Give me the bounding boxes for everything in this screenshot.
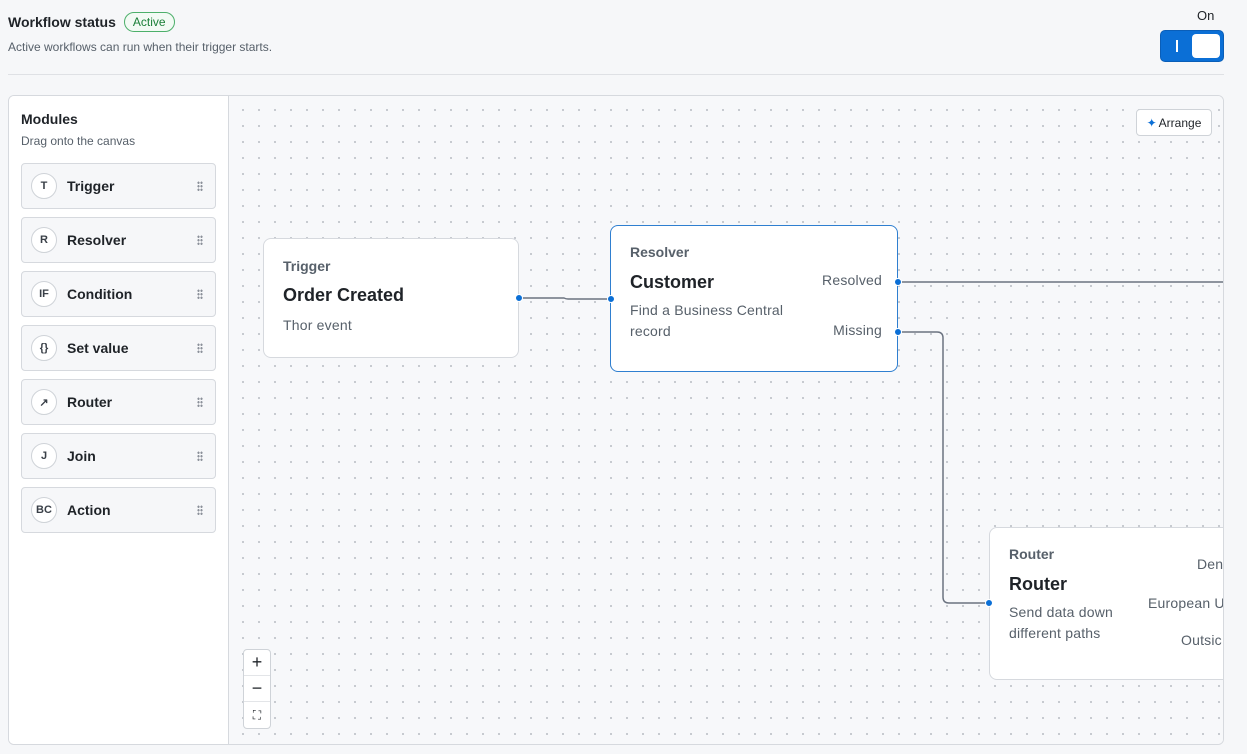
arrange-label: Arrange <box>1158 115 1202 130</box>
node-kind: Router <box>1009 546 1055 562</box>
trigger-module-icon: T <box>31 173 57 199</box>
drag-handle-icon[interactable] <box>197 451 203 461</box>
resolver-module-icon: R <box>31 227 57 253</box>
modules-subtitle: Drag onto the canvas <box>21 134 136 148</box>
modules-title: Modules <box>21 111 78 127</box>
module-action[interactable]: BC Action <box>21 487 216 533</box>
toggle-on-indicator <box>1176 40 1178 52</box>
module-label: Set value <box>67 340 129 356</box>
fit-view-button[interactable]: ⛶ <box>244 702 270 728</box>
module-resolver[interactable]: R Resolver <box>21 217 216 263</box>
workflow-canvas[interactable]: ✦ Arrange Trigger Order Created Thor eve… <box>229 96 1224 744</box>
drag-handle-icon[interactable] <box>197 181 203 191</box>
node-kind: Trigger <box>283 258 331 274</box>
drag-handle-icon[interactable] <box>197 343 203 353</box>
workflow-status-subtitle: Active workflows can run when their trig… <box>8 40 273 54</box>
workflow-editor: Modules Drag onto the canvas T Trigger R… <box>8 95 1224 745</box>
output-label-resolved: Resolved <box>822 272 882 288</box>
drag-handle-icon[interactable] <box>197 235 203 245</box>
drag-handle-icon[interactable] <box>197 505 203 515</box>
module-label: Action <box>67 502 111 518</box>
module-router[interactable]: ↗ Router <box>21 379 216 425</box>
module-label: Trigger <box>67 178 115 194</box>
toggle-label: On <box>1197 8 1215 23</box>
node-trigger[interactable]: Trigger Order Created Thor event <box>263 238 519 358</box>
join-module-icon: J <box>31 443 57 469</box>
module-trigger[interactable]: T Trigger <box>21 163 216 209</box>
router-output-label: Den <box>1197 556 1224 572</box>
edge-trigger-to-resolver <box>519 297 611 300</box>
action-module-icon: BC <box>31 497 57 523</box>
node-name: Customer <box>630 272 715 292</box>
node-description: Send data down different paths <box>1009 604 1113 641</box>
set-value-module-icon: {} <box>31 335 57 361</box>
node-kind: Resolver <box>630 244 690 260</box>
toggle-knob[interactable] <box>1192 34 1220 58</box>
drag-handle-icon[interactable] <box>197 289 203 299</box>
module-label: Join <box>67 448 96 464</box>
node-description: Thor event <box>283 317 352 333</box>
output-label-missing: Missing <box>833 322 882 338</box>
zoom-out-button[interactable]: − <box>244 676 270 702</box>
module-label: Resolver <box>67 232 127 248</box>
workflow-status-header: Workflow status Active Active workflows … <box>8 0 1224 75</box>
resolver-input-port[interactable] <box>607 295 615 303</box>
node-name: Router <box>1009 574 1067 594</box>
node-description: Find a Business Central record <box>630 302 784 339</box>
router-output-label: Outsic <box>1181 632 1222 648</box>
module-label: Router <box>67 394 113 410</box>
trigger-output-port[interactable] <box>515 294 523 302</box>
module-set-value[interactable]: {} Set value <box>21 325 216 371</box>
missing-output-port[interactable] <box>894 328 902 336</box>
arrange-button[interactable]: ✦ Arrange <box>1136 109 1212 136</box>
zoom-controls: + − ⛶ <box>243 649 271 729</box>
drag-handle-icon[interactable] <box>197 397 203 407</box>
sparkle-icon: ✦ <box>1146 115 1157 130</box>
workflow-status-title: Workflow status <box>8 14 116 30</box>
module-label: Condition <box>67 286 133 302</box>
condition-module-icon: IF <box>31 281 57 307</box>
router-output-label: European U <box>1148 595 1224 611</box>
status-badge: Active <box>123 12 175 32</box>
resolved-output-port[interactable] <box>894 278 902 286</box>
router-input-port[interactable] <box>985 599 993 607</box>
module-condition[interactable]: IF Condition <box>21 271 216 317</box>
router-module-icon: ↗ <box>31 389 57 415</box>
node-name: Order Created <box>283 285 405 305</box>
module-join[interactable]: J Join <box>21 433 216 479</box>
zoom-in-button[interactable]: + <box>244 650 270 676</box>
node-router[interactable]: Router Router Send data down different p… <box>989 527 1224 680</box>
workflow-active-toggle[interactable] <box>1160 30 1224 62</box>
node-resolver[interactable]: Resolver Customer Find a Business Centra… <box>610 225 898 372</box>
edge-missing-to-router <box>898 331 989 604</box>
modules-panel: Modules Drag onto the canvas T Trigger R… <box>9 96 229 744</box>
